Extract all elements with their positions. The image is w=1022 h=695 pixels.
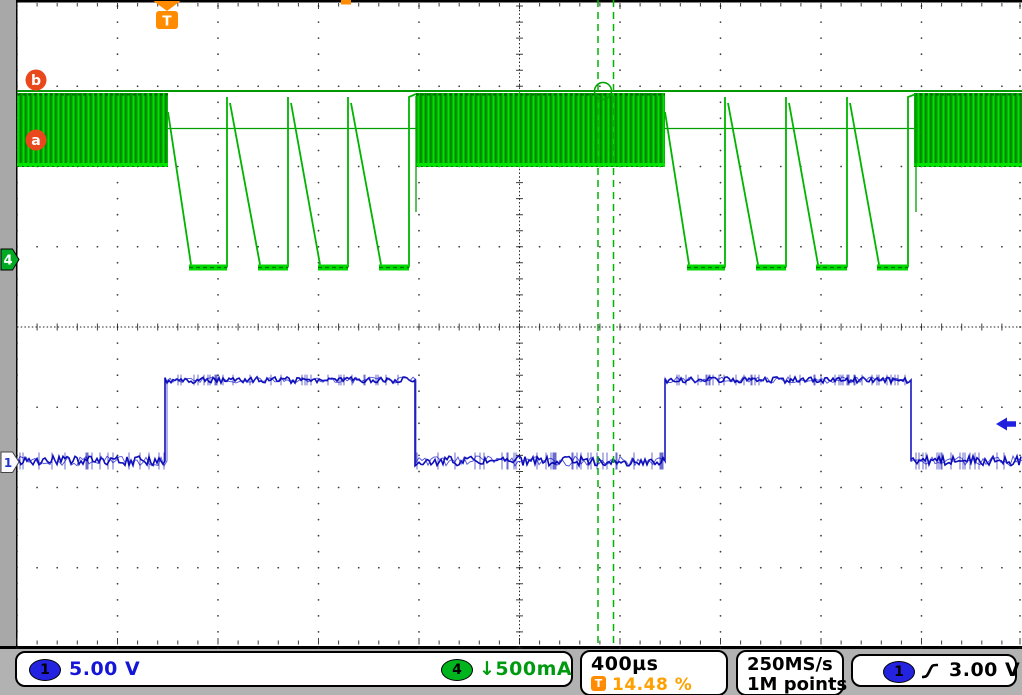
- ch4-scale-readout: ↓500mA: [479, 658, 572, 680]
- status-bar: 1 5.00 V 4 ↓500mA 400µs T 14.48 % 250MS/…: [0, 649, 1022, 695]
- graticule-display: T b a 4 1: [0, 0, 1022, 649]
- trigger-position-readout: 14.48 %: [612, 675, 692, 695]
- trigger-source-badge: 1: [883, 661, 915, 683]
- channel-scales-box[interactable]: 1 5.00 V 4 ↓500mA: [15, 651, 573, 687]
- sample-rate-readout: 250MS/s: [747, 654, 833, 675]
- cursor-a-label: a: [31, 133, 40, 149]
- ch4-badge-label: 4: [452, 662, 462, 678]
- oscilloscope-screen: T b a 4 1 1 5.00 V 4: [0, 0, 1022, 695]
- cursor-b-label: b: [31, 73, 41, 89]
- trigger-source-badge-label: 1: [894, 664, 904, 680]
- cursor-a-badge[interactable]: a: [26, 130, 47, 151]
- top-edge-orange-mark: [341, 0, 351, 5]
- ch1-scale-readout: 5.00 V: [69, 658, 140, 680]
- ch4-marker-label: 4: [3, 254, 12, 269]
- ch4-badge: 4: [441, 659, 473, 681]
- trigger-settings-box[interactable]: 1 3.00 V: [851, 654, 1017, 687]
- record-length-readout: 1M points: [747, 674, 847, 695]
- trigger-badge-label: T: [595, 677, 603, 690]
- trigger-level-readout: 3.00 V: [949, 659, 1020, 681]
- ch1-badge: 1: [29, 659, 61, 681]
- trigger-flag-label: T: [162, 14, 172, 30]
- left-bezel-strip: [0, 0, 16, 649]
- rising-edge-slope-icon: [919, 661, 941, 681]
- ch1-badge-label: 1: [40, 662, 50, 678]
- acquisition-box[interactable]: 250MS/s 1M points: [736, 650, 844, 695]
- ch1-marker-label: 1: [4, 456, 12, 470]
- trigger-badge-icon: T: [591, 676, 606, 691]
- timebase-box[interactable]: 400µs T 14.48 %: [580, 650, 728, 695]
- timebase-readout: 400µs: [591, 653, 658, 675]
- cursor-b-badge[interactable]: b: [26, 70, 47, 91]
